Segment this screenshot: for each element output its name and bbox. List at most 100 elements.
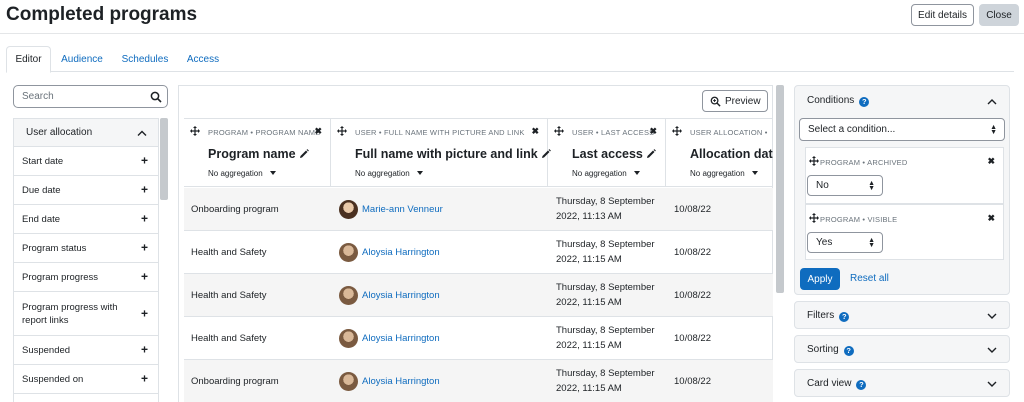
close-button[interactable]: Close	[979, 4, 1019, 26]
apply-button[interactable]: Apply	[800, 268, 840, 290]
sidebar-item-due-date[interactable]: Due date +	[14, 176, 158, 205]
tab-audience[interactable]: Audience	[55, 46, 109, 72]
select-arrows-icon: ▲ ▼	[990, 123, 997, 136]
sidebar-scrollbar[interactable]	[160, 118, 168, 200]
column-header-full-name[interactable]: USER • FULL NAME WITH PICTURE AND LINK ✖…	[331, 119, 551, 187]
sidebar-item-suspended-on[interactable]: Suspended on +	[14, 365, 158, 394]
chevron-down-icon[interactable]	[987, 381, 997, 388]
user-link[interactable]: Aloysia Harrington	[362, 374, 440, 389]
column-header-allocation-date[interactable]: USER ALLOCATION • Allocation dat No aggr…	[666, 119, 773, 187]
avatar[interactable]	[339, 285, 358, 305]
table-row: Onboarding program Marie-ann Venneur Thu…	[184, 188, 773, 231]
plus-icon[interactable]: +	[141, 241, 148, 255]
avatar[interactable]	[339, 328, 358, 348]
tab-editor[interactable]: Editor	[6, 46, 51, 73]
avatar[interactable]	[339, 199, 358, 219]
remove-column-icon[interactable]: ✖	[531, 126, 539, 137]
aggregation-select[interactable]: No aggregation	[690, 169, 758, 178]
sidebar-section-user-allocation[interactable]: User allocation	[14, 119, 158, 147]
move-icon[interactable]	[672, 126, 682, 136]
move-icon[interactable]	[190, 126, 200, 136]
table-row: Health and Safety Aloysia Harrington Thu…	[184, 231, 773, 274]
user-cell: Aloysia Harrington	[339, 317, 549, 359]
plus-icon[interactable]: +	[141, 270, 148, 284]
conditions-title[interactable]: Conditions?	[807, 95, 870, 107]
move-icon[interactable]	[554, 126, 564, 136]
user-cell: Marie-ann Venneur	[339, 188, 549, 230]
avatar[interactable]	[339, 371, 358, 391]
chevron-down-icon[interactable]	[987, 347, 997, 354]
sorting-title: Sorting?	[807, 344, 854, 356]
column-header-program-name[interactable]: PROGRAM • PROGRAM NAME ✖ Program name No…	[184, 119, 331, 187]
allocation-date-cell: 10/08/22	[674, 289, 711, 301]
plus-icon[interactable]: +	[141, 307, 148, 320]
chevron-up-icon[interactable]	[987, 98, 997, 105]
remove-condition-icon[interactable]: ✖	[987, 213, 995, 224]
plus-icon[interactable]: +	[141, 183, 148, 197]
edit-details-button[interactable]: Edit details	[911, 4, 974, 26]
avatar[interactable]	[339, 242, 358, 262]
allocation-date-cell: 10/08/22	[674, 203, 711, 215]
search-icon[interactable]	[150, 91, 162, 103]
visible-value-select[interactable]: Yes ▲ ▼	[807, 232, 883, 253]
help-icon[interactable]: ?	[856, 380, 867, 390]
archived-value-select[interactable]: No ▲ ▼	[807, 175, 883, 196]
sorting-panel[interactable]: Sorting?	[794, 335, 1010, 363]
column-title[interactable]: Program name	[208, 147, 309, 161]
sidebar-item-program-progress-links[interactable]: Program progress with report links +	[14, 292, 158, 336]
column-category: USER • FULL NAME WITH PICTURE AND LINK	[355, 128, 525, 137]
last-access-cell: Thursday, 8 September 2022, 11:15 AM	[556, 368, 655, 394]
plus-icon[interactable]: +	[141, 212, 148, 226]
remove-condition-icon[interactable]: ✖	[987, 156, 995, 167]
tab-access[interactable]: Access	[182, 46, 224, 72]
column-title[interactable]: Last access	[572, 147, 656, 161]
card-view-panel[interactable]: Card view?	[794, 369, 1010, 397]
user-link[interactable]: Aloysia Harrington	[362, 288, 440, 303]
search-input[interactable]: Search	[13, 85, 168, 108]
aggregation-select[interactable]: No aggregation	[572, 169, 640, 178]
remove-column-icon[interactable]: ✖	[314, 126, 322, 137]
condition-select[interactable]: Select a condition... ▲ ▼	[799, 118, 1005, 141]
pencil-icon[interactable]	[646, 149, 656, 159]
user-link[interactable]: Aloysia Harrington	[362, 245, 440, 260]
last-access-cell: Thursday, 8 September 2022, 11:13 AM	[556, 196, 655, 222]
help-icon[interactable]: ?	[843, 346, 854, 356]
filters-panel[interactable]: Filters?	[794, 301, 1010, 329]
column-header-last-access[interactable]: USER • LAST ACCESS ✖ Last access No aggr…	[548, 119, 666, 187]
aggregation-select[interactable]: No aggregation	[355, 169, 423, 178]
zoom-icon	[710, 96, 721, 107]
sidebar-item-end-date[interactable]: End date +	[14, 205, 158, 234]
program-name-cell: Health and Safety	[191, 246, 267, 258]
sidebar-item-start-date[interactable]: Start date +	[14, 147, 158, 176]
help-icon[interactable]: ?	[859, 97, 870, 107]
move-icon[interactable]	[809, 156, 819, 166]
column-title[interactable]: Allocation dat	[690, 147, 773, 161]
remove-column-icon[interactable]: ✖	[649, 126, 657, 137]
aggregation-select[interactable]: No aggregation	[208, 169, 276, 178]
sidebar-section-label: User allocation	[26, 127, 93, 138]
help-icon[interactable]: ?	[839, 312, 850, 322]
program-name-cell: Onboarding program	[191, 375, 279, 387]
user-cell: Aloysia Harrington	[339, 360, 549, 402]
column-title[interactable]: Full name with picture and link	[355, 147, 551, 161]
plus-icon[interactable]: +	[141, 343, 148, 357]
report-scrollbar[interactable]	[776, 85, 784, 293]
plus-icon[interactable]: +	[141, 154, 148, 168]
chevron-down-icon[interactable]	[987, 313, 997, 320]
sidebar-item-program-progress[interactable]: Program progress +	[14, 263, 158, 292]
preview-button[interactable]: Preview	[702, 90, 768, 112]
allocation-date-cell: 10/08/22	[674, 332, 711, 344]
move-icon[interactable]	[337, 126, 347, 136]
user-link[interactable]: Marie-ann Venneur	[362, 202, 443, 217]
move-icon[interactable]	[809, 213, 819, 223]
reset-all-link[interactable]: Reset all	[850, 273, 889, 284]
sidebar-item-program-status[interactable]: Program status +	[14, 234, 158, 263]
tab-schedules[interactable]: Schedules	[117, 46, 173, 72]
user-link[interactable]: Aloysia Harrington	[362, 331, 440, 346]
pencil-icon[interactable]	[299, 149, 309, 159]
sidebar-item-suspended[interactable]: Suspended +	[14, 336, 158, 365]
plus-icon[interactable]: +	[141, 372, 148, 386]
column-category: USER • LAST ACCESS	[572, 128, 655, 137]
card-view-title: Card view?	[807, 378, 867, 390]
select-arrows-icon: ▲ ▼	[868, 179, 875, 192]
